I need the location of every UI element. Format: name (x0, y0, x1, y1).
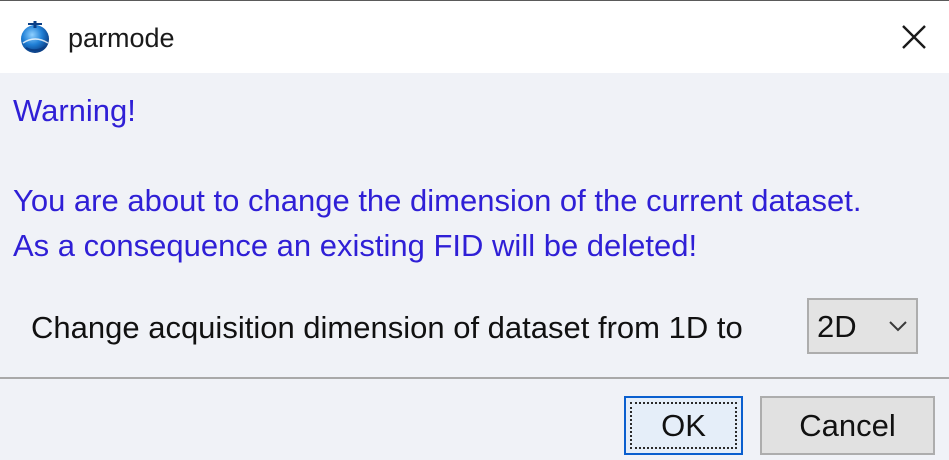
dimension-label: Change acquisition dimension of dataset … (31, 310, 743, 345)
cancel-button-label: Cancel (799, 407, 896, 443)
ok-button-label: OK (661, 407, 706, 443)
dialog-content: Warning! You are about to change the dim… (0, 73, 949, 377)
title-bar: parmode (0, 4, 949, 73)
dialog-footer: OK Cancel (0, 379, 949, 460)
warning-heading: Warning! (13, 93, 136, 128)
cancel-button[interactable]: Cancel (760, 396, 935, 455)
window-title: parmode (68, 23, 175, 53)
dimension-select-value: 2D (817, 309, 857, 344)
dimension-select[interactable]: 2D (807, 298, 918, 354)
app-icon (18, 19, 54, 57)
chevron-down-icon (887, 318, 909, 334)
close-icon (901, 24, 927, 55)
warning-line-2: As a consequence an existing FID will be… (13, 228, 698, 263)
ok-button[interactable]: OK (624, 396, 743, 455)
warning-line-1: You are about to change the dimension of… (13, 183, 862, 218)
close-button[interactable] (890, 17, 938, 61)
parmode-dialog: parmode Warning! You are about to change… (0, 0, 949, 460)
